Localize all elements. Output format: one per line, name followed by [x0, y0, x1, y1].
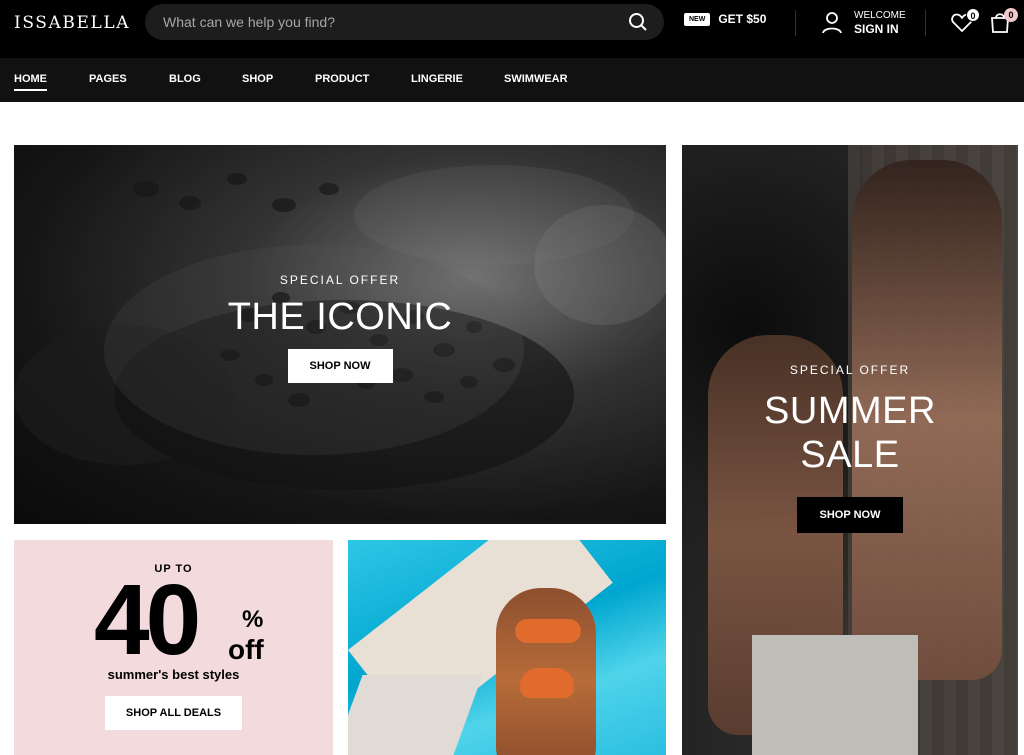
pool-art-defs	[348, 540, 349, 541]
orange-swim-bottom	[520, 668, 574, 698]
welcome-text: WELCOME	[854, 10, 906, 21]
main-navigation: HOME PAGES BLOG SHOP PRODUCT LINGERIE SW…	[0, 58, 1024, 102]
the-iconic-eyebrow: SPECIAL OFFER	[279, 273, 401, 287]
nav-pages[interactable]: PAGES	[89, 73, 127, 85]
deal-subtitle: summer's best styles	[107, 667, 240, 682]
header-divider	[925, 10, 926, 36]
summer-sale-banner[interactable]: SPECIAL OFFER SUMMER SALE SHOP NOW	[682, 145, 1018, 755]
summer-sale-eyebrow: SPECIAL OFFER	[789, 363, 911, 377]
wishlist-button[interactable]: 0	[950, 8, 980, 34]
nav-shop[interactable]: SHOP	[242, 73, 273, 85]
promo-link[interactable]: NEW GET $50	[684, 12, 766, 26]
promo-label[interactable]: GET $50	[718, 12, 766, 26]
search-bar	[145, 4, 664, 40]
site-logo[interactable]: ISSABELLA	[14, 13, 130, 33]
deal-off-text: off	[228, 634, 264, 665]
summer-sale-content: SPECIAL OFFER SUMMER SALE SHOP NOW	[682, 363, 1018, 533]
summer-sale-shop-now-button[interactable]: SHOP NOW	[797, 497, 903, 533]
header-divider	[795, 10, 796, 36]
shop-all-deals-button[interactable]: SHOP ALL DEALS	[105, 696, 242, 730]
nav-blog[interactable]: BLOG	[169, 73, 201, 85]
user-icon	[820, 10, 844, 34]
search-input[interactable]	[163, 4, 603, 40]
new-badge: NEW	[684, 12, 711, 26]
deal-banner[interactable]: UP TO 40 % off summer's best styles SHOP…	[14, 540, 333, 755]
summer-sale-title-line-1: SUMMER	[764, 390, 936, 432]
the-iconic-title: THE ICONIC	[227, 296, 453, 338]
cart-button[interactable]: 0	[988, 8, 1018, 34]
the-iconic-banner[interactable]: SPECIAL OFFER THE ICONIC SHOP NOW	[14, 145, 666, 524]
shopping-bag-icon	[988, 13, 1012, 38]
deal-percentage-number: 40	[94, 564, 201, 676]
site-header: ISSABELLA NEW GET $50 WELCOME SIGN IN	[0, 0, 1024, 58]
pool-edge	[348, 675, 483, 755]
cart-count-badge: 0	[1004, 8, 1018, 22]
the-iconic-shop-now-button[interactable]: SHOP NOW	[287, 349, 393, 383]
nav-product[interactable]: PRODUCT	[315, 73, 369, 85]
wishlist-count-badge: 0	[966, 8, 980, 22]
heart-icon	[950, 13, 974, 38]
orange-swim-top	[515, 619, 581, 643]
deal-percent-sign: %	[242, 606, 264, 633]
the-iconic-content: SPECIAL OFFER THE ICONIC SHOP NOW	[14, 273, 666, 383]
summer-sale-title-line-2: SALE	[800, 434, 900, 476]
nav-swimwear[interactable]: SWIMWEAR	[504, 73, 568, 85]
signin-link[interactable]: SIGN IN	[854, 22, 899, 36]
pool-image-banner[interactable]	[348, 540, 666, 755]
search-icon[interactable]	[628, 12, 648, 32]
nav-home[interactable]: HOME	[14, 73, 47, 91]
nav-lingerie[interactable]: LINGERIE	[411, 73, 463, 85]
